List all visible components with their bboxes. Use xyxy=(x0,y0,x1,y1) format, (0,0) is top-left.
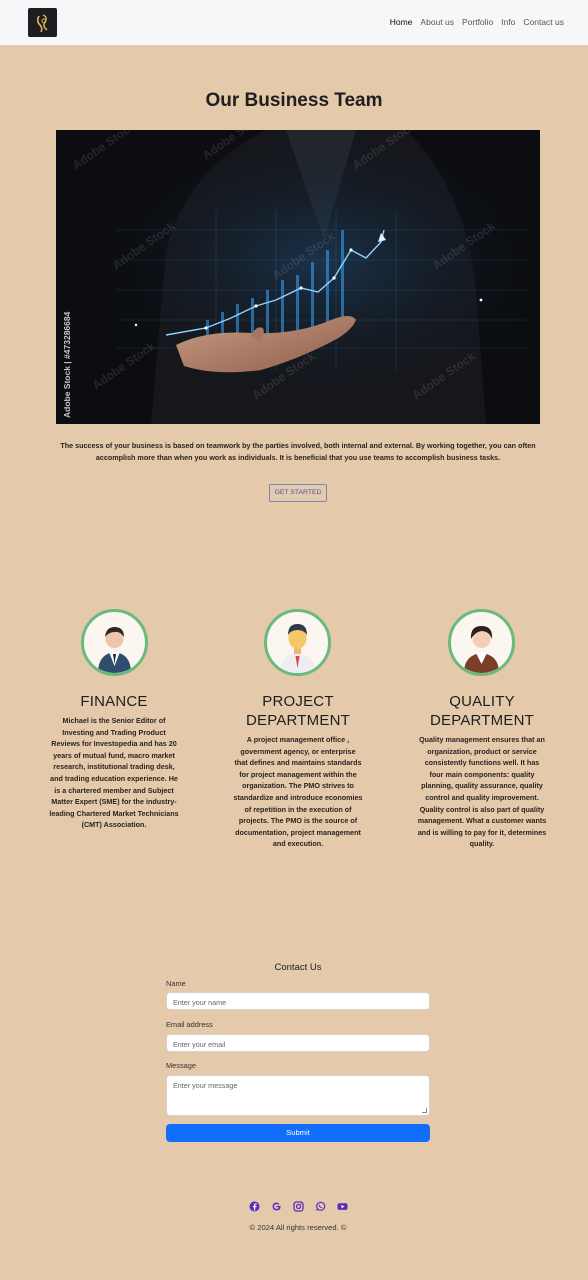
instagram-icon[interactable] xyxy=(293,1199,304,1212)
hero-description: The success of your business is based on… xyxy=(60,441,536,462)
image-watermark: Adobe Stock | #473286684 xyxy=(62,311,72,418)
message-textarea[interactable]: Enter your message xyxy=(166,1075,430,1116)
copyright: © 2024 All rights reserved. © xyxy=(249,1223,347,1232)
team-title: QUALITY DEPARTMENT xyxy=(430,693,534,729)
avatar xyxy=(264,609,331,676)
team-card-quality: QUALITY DEPARTMENT Quality management en… xyxy=(417,605,547,890)
nav-contact[interactable]: Contact us xyxy=(523,17,564,27)
nav-info[interactable]: Info xyxy=(501,17,515,27)
get-started-button[interactable]: GET STARTED xyxy=(269,484,327,502)
hero-image: Adobe Stock Adobe Stock Adobe Stock Adob… xyxy=(56,130,540,424)
resize-handle[interactable] xyxy=(422,1108,427,1113)
social-links xyxy=(249,1199,348,1212)
avatar xyxy=(448,609,515,676)
team-description: A project management office , government… xyxy=(233,735,363,849)
nav-portfolio[interactable]: Portfolio xyxy=(462,17,493,27)
team-title: FINANCE xyxy=(80,693,148,710)
team-description: Quality management ensures that an organ… xyxy=(417,735,547,849)
facebook-icon[interactable] xyxy=(249,1199,260,1212)
contact-title: Contact Us xyxy=(274,962,322,973)
nav-links: Home About us Portfolio Info Contact us xyxy=(390,17,564,27)
team-title: PROJECT DEPARTMENT xyxy=(246,693,350,729)
name-label: Name xyxy=(166,979,186,988)
email-input[interactable]: Enter your email xyxy=(166,1034,430,1052)
name-input[interactable]: Enter your name xyxy=(166,992,430,1010)
avatar xyxy=(81,609,148,676)
team-description: Michael is the Senior Editor of Investin… xyxy=(49,716,179,830)
submit-button[interactable]: Submit xyxy=(166,1124,430,1142)
navbar: Home About us Portfolio Info Contact us xyxy=(0,0,588,45)
page-title: Our Business Team xyxy=(205,90,383,111)
whatsapp-icon[interactable] xyxy=(315,1199,326,1211)
nav-about[interactable]: About us xyxy=(420,17,454,27)
youtube-icon[interactable] xyxy=(337,1199,348,1210)
logo-icon[interactable] xyxy=(28,8,57,37)
message-label: Message xyxy=(166,1061,196,1070)
nav-home[interactable]: Home xyxy=(390,17,413,27)
email-label: Email address xyxy=(166,1020,213,1029)
team-card-project: PROJECT DEPARTMENT A project management … xyxy=(233,605,363,890)
team-card-finance: FINANCE Michael is the Senior Editor of … xyxy=(49,605,179,875)
google-icon[interactable] xyxy=(271,1199,282,1211)
message-placeholder: Enter your message xyxy=(173,1081,238,1090)
